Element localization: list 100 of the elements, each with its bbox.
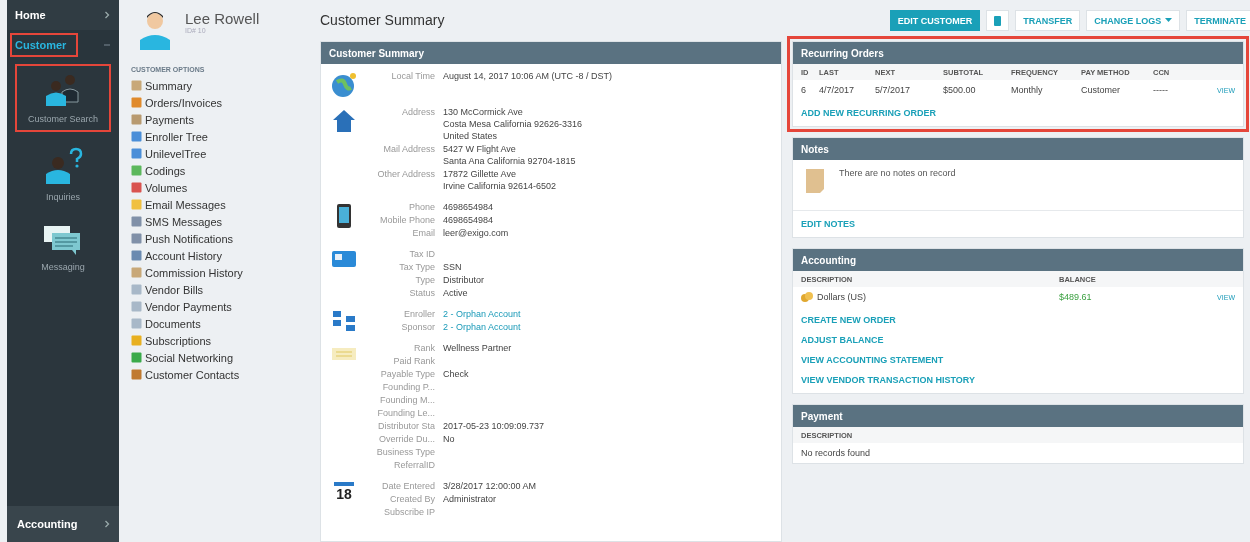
nav-tile[interactable]: Inquiries <box>15 138 111 210</box>
field-label: Tax Type <box>398 261 436 273</box>
field-label: Address <box>400 106 436 119</box>
table-cell-text: 4/7/2017 <box>819 85 856 95</box>
phone-icon <box>336 203 352 229</box>
field-value: Check <box>443 368 469 380</box>
field-label: Status <box>408 287 436 299</box>
nav-tile-label: Customer Search <box>28 114 98 124</box>
option-link[interactable]: Email Messages <box>131 196 311 213</box>
field-label: Mail Address <box>382 143 436 156</box>
field-label: Type <box>414 274 436 286</box>
field-label: Override Du... <box>377 433 436 445</box>
field-value: Irvine California 92614-6502 <box>443 180 557 192</box>
panel-title: Customer Summary <box>329 47 425 59</box>
field-label: Phone <box>407 201 436 213</box>
option-link[interactable]: Commission History <box>131 264 311 281</box>
table-cell: Dollars (US) <box>817 292 866 302</box>
delete-button[interactable] <box>986 10 1010 31</box>
globe-icon <box>331 72 357 98</box>
field-value: Active <box>443 287 468 299</box>
option-link[interactable]: UnilevelTree <box>131 145 311 162</box>
field-value: Administrator <box>443 493 496 505</box>
field-label: Created By <box>388 493 436 505</box>
trash-icon <box>994 15 1002 26</box>
nav-item[interactable]: Home <box>7 0 119 30</box>
id-card-icon <box>331 250 357 268</box>
caret-icon <box>1165 18 1173 23</box>
panel-title: Recurring Orders <box>801 47 884 59</box>
field-value: leer@exigo.com <box>443 227 509 239</box>
field-value: SSN <box>443 261 462 273</box>
option-link[interactable]: Subscriptions <box>131 332 311 349</box>
nav-tile[interactable]: Customer Search <box>15 64 111 132</box>
field-value: 3/28/2017 12:00:00 AM <box>443 480 537 492</box>
avatar-icon <box>137 10 173 50</box>
field-label: Founding P... <box>381 381 436 393</box>
page-title: Customer Summary <box>320 12 446 28</box>
field-label: Founding M... <box>378 394 436 406</box>
note-icon <box>805 168 825 194</box>
option-link[interactable]: Summary <box>131 77 311 94</box>
field-label: ReferralID <box>393 459 436 471</box>
option-link[interactable]: Orders/Invoices <box>131 94 311 111</box>
option-link[interactable]: Payments <box>131 111 311 128</box>
field-value: 5427 W Flight Ave <box>443 143 517 155</box>
field-label: Sponsor <box>400 321 436 333</box>
customer-name: Lee Rowell <box>185 10 260 27</box>
panel-title: Payment <box>801 410 843 422</box>
nav-label: Home <box>14 8 47 23</box>
account-link[interactable]: 2 - Orphan Account <box>443 308 521 320</box>
empty-message: There are no notes on record <box>839 168 956 180</box>
option-link[interactable]: Account History <box>131 247 311 264</box>
house-icon <box>331 108 357 134</box>
field-label: Payable Type <box>379 368 436 380</box>
table-cell-text: 5/7/2017 <box>875 85 912 95</box>
nav-tile[interactable]: Messaging <box>15 216 111 280</box>
option-link[interactable]: Volumes <box>131 179 311 196</box>
field-value: Santa Ana California 92704-1815 <box>443 155 576 167</box>
nav-item[interactable]: Accounting <box>7 506 119 542</box>
option-link[interactable]: SMS Messages <box>131 213 311 230</box>
table-cell-text: Monthly <box>1011 85 1044 95</box>
field-label: Local Time <box>390 70 436 82</box>
field-label: Business Type <box>375 446 436 458</box>
table-cell-text: 6 <box>801 85 807 95</box>
field-label: Distributor Sta <box>376 420 436 432</box>
hierarchy-icon <box>332 310 356 332</box>
field-value: No <box>443 433 455 445</box>
option-link[interactable]: Push Notifications <box>131 230 311 247</box>
field-label: Tax ID <box>408 248 436 260</box>
table-cell-text: Customer <box>1081 85 1121 95</box>
field-value: August 14, 2017 10:06 AM (UTC -8 / DST) <box>443 70 613 82</box>
field-label: Subscribe IP <box>382 506 436 518</box>
option-link[interactable]: Social Networking <box>131 349 311 366</box>
field-value: 2017-05-23 10:09:09.737 <box>443 420 545 432</box>
balance-value: $489.61 <box>1059 292 1093 302</box>
option-link[interactable]: Documents <box>131 315 311 332</box>
field-label: Paid Rank <box>392 355 436 367</box>
field-label: Email <box>411 227 436 239</box>
field-value: 130 McCormick Ave <box>443 106 524 118</box>
option-link[interactable]: Codings <box>131 162 311 179</box>
option-link[interactable]: Vendor Payments <box>131 298 311 315</box>
field-label: Founding Le... <box>376 407 436 419</box>
table-cell-text: $500.00 <box>943 85 977 95</box>
empty-message: No records found <box>801 448 871 458</box>
field-value: United States <box>443 130 499 142</box>
panel-title: Notes <box>801 143 829 155</box>
account-link[interactable]: 2 - Orphan Account <box>443 321 521 333</box>
field-label: Enroller <box>403 308 436 320</box>
field-value: 17872 Gillette Ave <box>443 168 517 180</box>
table-cell-text: ----- <box>1153 85 1169 95</box>
field-label: Date Entered <box>380 480 436 492</box>
option-link[interactable]: Enroller Tree <box>131 128 311 145</box>
coins-icon <box>801 291 813 303</box>
field-label: Rank <box>413 342 436 354</box>
nav-label: Customer <box>10 33 79 57</box>
panel-title: Accounting <box>801 254 856 266</box>
option-link[interactable]: Customer Contacts <box>131 366 311 383</box>
field-label: Mobile Phone <box>378 214 436 226</box>
field-value: 4698654984 <box>443 201 494 213</box>
option-link[interactable]: Vendor Bills <box>131 281 311 298</box>
nav-label: Accounting <box>17 518 78 530</box>
field-value: 4698654984 <box>443 214 494 226</box>
